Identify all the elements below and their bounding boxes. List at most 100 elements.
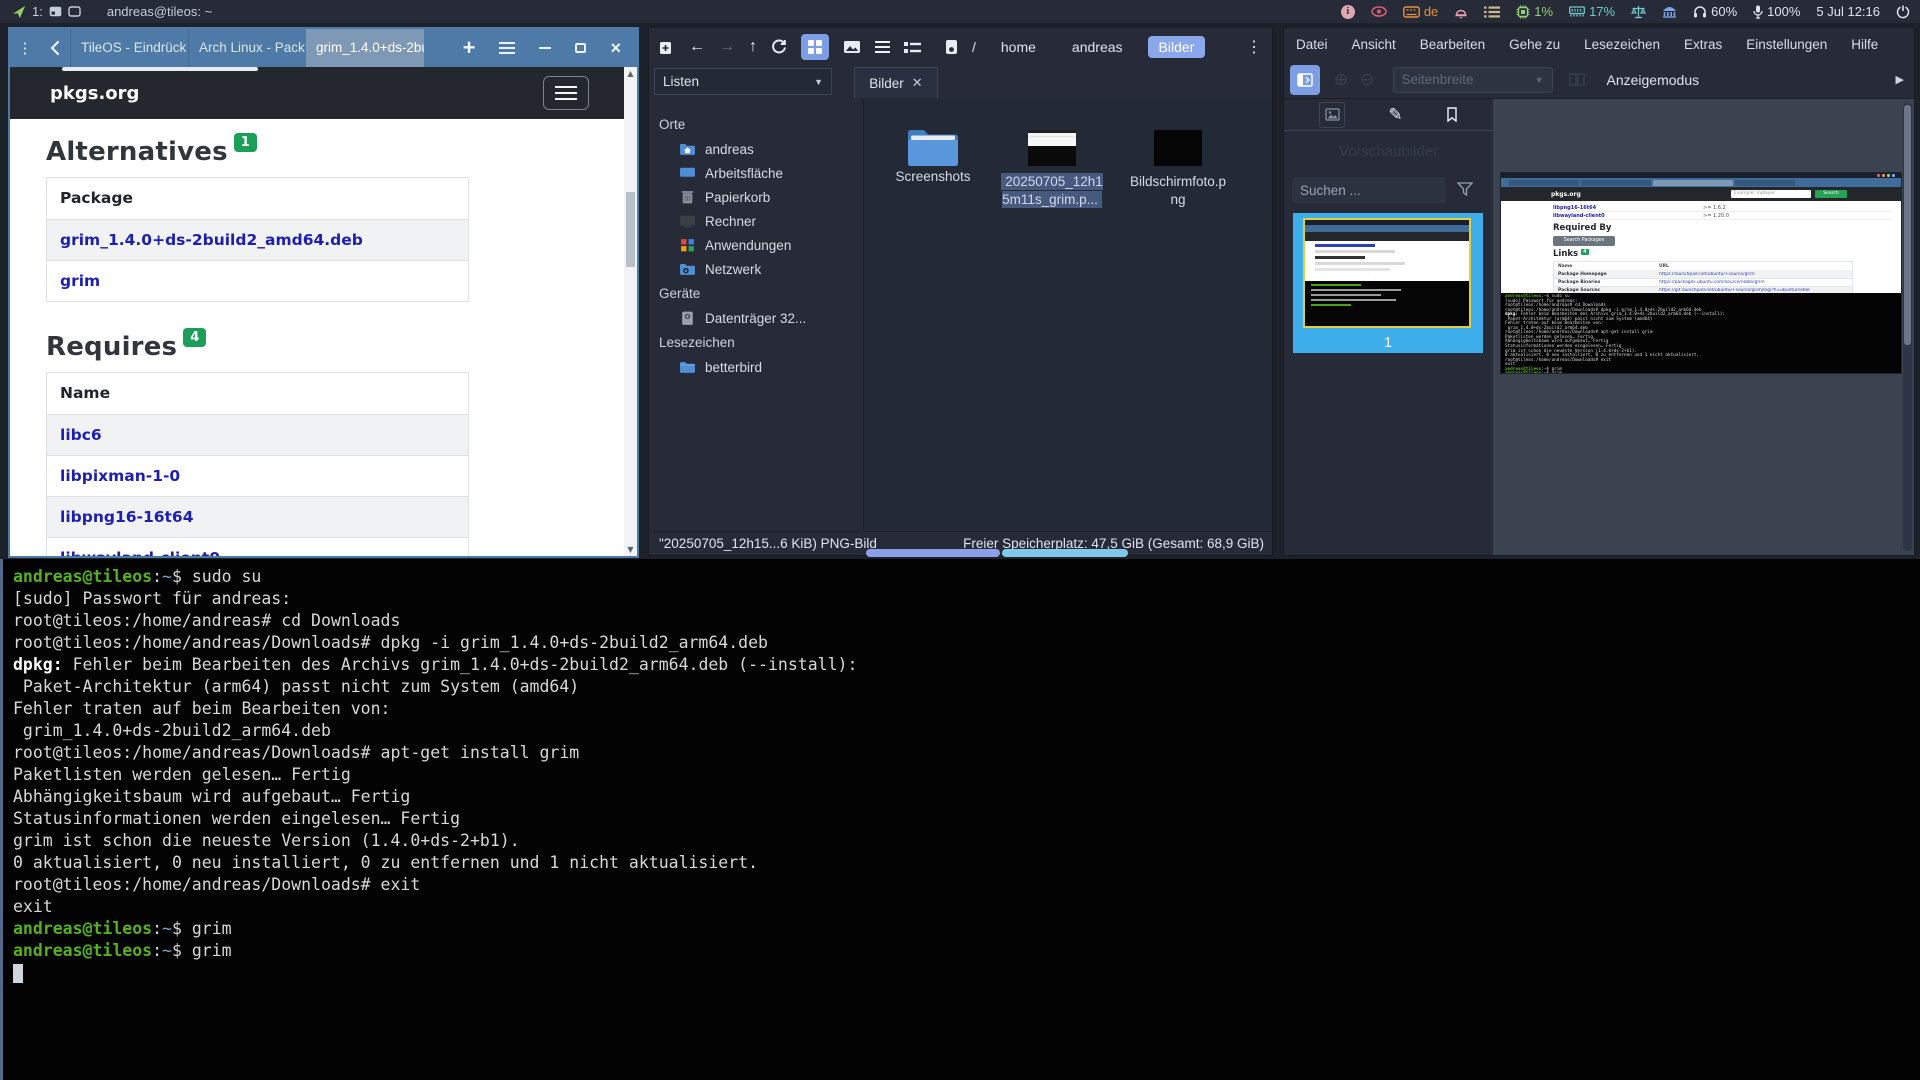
forward-arrow-icon[interactable]: → [719,38,735,56]
breadcrumb-andreas[interactable]: andreas [1061,36,1134,58]
scroll-strip-right[interactable] [1002,549,1128,557]
new-tab-icon[interactable]: + [463,35,476,61]
scrollbar-thumb[interactable] [1904,105,1911,345]
up-arrow-icon[interactable]: ↑ [749,38,757,56]
sidebar-item-applications[interactable]: Anwendungen [649,233,863,257]
thumbnails-tab-icon[interactable] [1319,102,1345,128]
thumbnail-view-icon[interactable] [843,40,861,54]
annotations-tab-icon[interactable]: ✎ [1388,105,1402,125]
sidebar-item-desktop[interactable]: Arbeitsfläche [649,161,863,185]
breadcrumb-home[interactable]: home [990,36,1047,58]
new-tab-folder-icon[interactable] [659,40,675,55]
file-item-screenshots[interactable]: Screenshots [874,126,992,186]
menu-extras[interactable]: Extras [1684,37,1722,52]
pkgs-logo[interactable]: pkgs.org [50,83,139,104]
back-icon[interactable] [40,40,70,56]
bookmarks-tab-icon[interactable] [1446,107,1458,122]
okular-scrollbar[interactable] [1903,103,1912,551]
folder-icon [679,360,696,375]
browser-hamburger-icon[interactable] [499,42,515,54]
notifications-bell-icon[interactable] [1454,5,1468,19]
dependency-link[interactable]: libpng16-16t64 [60,508,194,526]
sidebar-item-betterbird[interactable]: betterbird [649,355,863,379]
breadcrumb-bilder[interactable]: Bilder [1148,36,1206,58]
scroll-up-icon[interactable]: ▲ [624,69,637,78]
sidebar-item-trash[interactable]: Papierkorb [649,185,863,209]
workspace-indicator[interactable]: 1: [32,4,43,19]
thumbnail-search-input[interactable]: Suchen ... [1292,177,1446,203]
site-hamburger-button[interactable] [543,76,589,110]
menu-gehe-zu[interactable]: Gehe zu [1509,37,1560,52]
sidebar-item-network[interactable]: Netzwerk [649,257,863,281]
refresh-icon[interactable] [771,39,787,55]
dependency-link[interactable]: libpixman-1-0 [60,467,180,485]
power-icon[interactable] [1896,5,1910,19]
info-icon[interactable]: i [1341,5,1355,19]
fm-tab-bilder[interactable]: Bilder✕ [854,67,938,98]
menu-bearbeiten[interactable]: Bearbeiten [1420,37,1485,52]
view-mode-label[interactable]: Anzeigemodus [1607,72,1700,88]
facing-pages-icon[interactable] [1569,73,1585,86]
menu-einstellungen[interactable]: Einstellungen [1746,37,1827,52]
browser-scrollbar[interactable]: ▲ ▼ [624,67,637,556]
scrollbar-thumb[interactable] [626,192,635,267]
sidebar-item-volume[interactable]: Datenträger 32... [649,306,863,330]
volume-indicator[interactable]: 60% [1693,4,1737,19]
window-filled-icon[interactable] [49,6,62,17]
view-mode-dropdown[interactable]: Listen▼ [654,68,832,95]
menu-datei[interactable]: Datei [1296,37,1328,52]
terminal-line: andreas@tileos:~$ grim [13,918,1920,940]
minimize-icon[interactable] [539,47,551,49]
keyboard-layout-indicator[interactable]: de [1403,4,1438,19]
file-item-grim-screenshot[interactable]: 20250705_12h1 5m11s_grim.p... [990,130,1114,209]
launcher-rocket-icon[interactable] [12,5,26,19]
scroll-strip-left[interactable] [866,549,1000,557]
menu-ansicht[interactable]: Ansicht [1352,37,1396,52]
browser-tab-1[interactable]: TileOS - Eindrück [70,29,188,67]
filter-funnel-icon[interactable] [1456,181,1474,197]
requires-table: Name libc6 libpixman-1-0 libpng16-16t64 … [46,372,469,556]
menu-hilfe[interactable]: Hilfe [1851,37,1878,52]
toolbar-overflow-icon[interactable]: ▶ [1896,73,1904,86]
sidebar-item-andreas[interactable]: andreas [649,137,863,161]
alternatives-heading: Alternatives1 [46,133,625,167]
browser-menu-icon[interactable]: ⋮ [10,39,40,57]
compact-view-icon[interactable] [904,41,921,54]
clock[interactable]: 5 Jul 12:16 [1816,4,1880,19]
task-list-icon[interactable] [1484,6,1500,18]
window-outline-icon[interactable] [68,6,81,17]
browser-tab-3-active[interactable]: grim_1.4.0+ds-2buil [306,29,424,67]
back-arrow-icon[interactable]: ← [689,38,705,56]
scales-icon[interactable] [1631,5,1646,19]
path-root-separator[interactable]: / [972,39,976,55]
close-icon[interactable]: × [610,38,621,59]
microphone-indicator[interactable]: 100% [1753,4,1800,19]
home-folder-icon [679,142,696,157]
maximize-icon[interactable] [575,43,586,53]
file-item-bildschirmfoto[interactable]: Bildschirmfoto.p ng [1116,130,1240,209]
scroll-down-icon[interactable]: ▼ [624,545,637,554]
fm-menu-icon[interactable]: ⋮ [1246,37,1262,57]
package-link[interactable]: grim_1.4.0+ds-2build2_amd64.deb [60,231,363,249]
terminal-window[interactable]: andreas@tileos:~$ sudo su[sudo] Passwort… [0,559,1920,1080]
browser-tab-2[interactable]: Arch Linux - Pack [188,29,306,67]
page-1-thumbnail[interactable] [1303,218,1471,328]
eye-icon[interactable] [1371,6,1387,17]
dependency-link[interactable]: libc6 [60,426,102,444]
zoom-out-icon[interactable]: ⊖ [1360,70,1374,90]
sidebar-item-computer[interactable]: Rechner [649,209,863,233]
sidebar-toggle-button[interactable] [1290,65,1320,95]
device-icon[interactable] [945,39,958,55]
cpu-usage-indicator[interactable]: 1% [1516,4,1553,19]
page-thumbnail-selected[interactable]: 1 [1293,213,1483,353]
zoom-in-icon[interactable]: ⊕ [1334,70,1348,90]
icon-view-button[interactable] [801,34,829,60]
menu-lesezeichen[interactable]: Lesezeichen [1584,37,1660,52]
bank-icon[interactable] [1662,5,1677,18]
ram-usage-indicator[interactable]: 17% [1569,4,1615,19]
zoom-level-dropdown[interactable]: Seitenbreite▼ [1393,67,1553,93]
tab-close-icon[interactable]: ✕ [912,75,923,91]
list-view-icon[interactable] [875,41,890,53]
dependency-link[interactable]: libwayland-client0 [60,549,220,556]
package-link[interactable]: grim [60,272,100,290]
